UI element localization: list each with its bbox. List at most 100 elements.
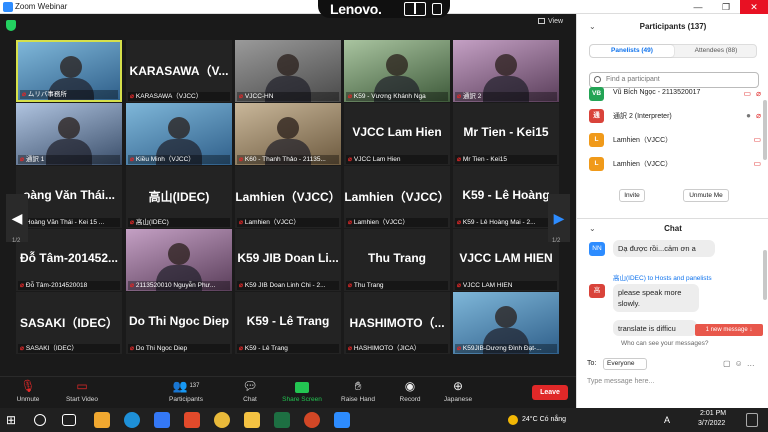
video-tile[interactable]: Thu Trang ⌀ Thu Trang	[344, 229, 450, 291]
powerpoint-icon[interactable]	[304, 412, 320, 428]
mic-muted-icon: ⌀	[130, 219, 134, 226]
clock-date[interactable]: 3/7/2022	[698, 420, 725, 427]
maximize-button[interactable]: ❐	[712, 0, 740, 14]
video-tile[interactable]: VJCC LAM HIEN ⌀ VJCC LAM HIEN	[453, 229, 559, 291]
video-tile[interactable]: HASHIMOTO（... ⌀ HASHIMOTO（JICA）	[344, 292, 450, 354]
minimize-button[interactable]: —	[684, 0, 712, 14]
excel-icon[interactable]	[274, 412, 290, 428]
video-tile[interactable]: ⌀ Kiều Minh（VJCC）	[126, 103, 232, 165]
chat-message-input[interactable]: Type message here...	[587, 378, 654, 385]
notification-icon[interactable]	[746, 413, 758, 427]
video-tile[interactable]: KARASAWA（V... ⌀ KARASAWA（VJCC）	[126, 40, 232, 102]
tile-display-name: VJCC LAM HIEN	[459, 251, 553, 265]
video-tile[interactable]: ⌀ K60 - Thanh Thảo - 21135...	[235, 103, 341, 165]
video-tile[interactable]: ⌀ ムリバ事務所	[16, 40, 122, 102]
tab-panelists[interactable]: Panelists (49)	[590, 45, 674, 57]
outlook-taskbar-icon[interactable]	[94, 412, 110, 428]
mic-muted-icon: ⌀	[457, 345, 461, 352]
video-tile[interactable]: SASAKI（IDEC） ⌀ SASAKI（IDEC）	[16, 292, 122, 354]
more-icon[interactable]: …	[747, 359, 759, 368]
tile-name-label: ⌀ Do Thi Ngoc Diep	[128, 344, 230, 353]
video-tile[interactable]: ⌀ VJCC-HN	[235, 40, 341, 102]
file-icon[interactable]: ▢	[723, 359, 735, 368]
file-explorer-icon[interactable]	[244, 412, 260, 428]
start-video-button[interactable]: ▭ Start Video	[54, 379, 110, 403]
video-tile[interactable]: ⌀ 通訳 2	[453, 40, 559, 102]
who-can-see-link[interactable]: Who can see your messages?	[621, 340, 708, 347]
page-indicator-left: 1/2	[12, 238, 21, 244]
edge-icon[interactable]	[124, 412, 140, 428]
mic-muted-icon: ⌀	[130, 156, 134, 163]
clock-time[interactable]: 2:01 PM	[700, 410, 726, 417]
store-icon[interactable]	[154, 412, 170, 428]
encryption-shield-icon[interactable]	[6, 20, 16, 31]
video-off-icon: ▭	[76, 379, 88, 393]
video-tile[interactable]: ⌀ K59 - Vương Khánh Nga	[344, 40, 450, 102]
tile-name-label: ⌀ VJCC Lam Hien	[346, 155, 448, 164]
weather-text[interactable]: 24°C Có nắng	[522, 416, 566, 423]
tab-attendees[interactable]: Attendees (88)	[674, 45, 758, 57]
video-tile[interactable]: Lamhien（VJCC） ⌀ Lamhien（VJCC）	[235, 166, 341, 228]
video-tile[interactable]: Đỗ Tâm-201452... ⌀ Đỗ Tâm-2014520018	[16, 229, 122, 291]
person-silhouette	[277, 54, 299, 76]
chat-recipient-select[interactable]: Everyone	[603, 358, 647, 370]
chat-scrollbar[interactable]	[763, 250, 767, 300]
view-button[interactable]: View	[538, 18, 563, 25]
video-tile[interactable]: VJCC Lam Hien ⌀ VJCC Lam Hien	[344, 103, 450, 165]
mic-muted-icon: ⌀	[348, 282, 352, 289]
invite-button[interactable]: Invite	[619, 189, 645, 202]
mic-muted-icon: ⌀	[239, 282, 243, 289]
video-tile[interactable]: K59 - Lê Trang ⌀ K59 - Lê Trang	[235, 292, 341, 354]
windows-start-icon[interactable]: ⊞	[6, 412, 22, 428]
leave-button[interactable]: Leave	[532, 385, 568, 400]
chat-button[interactable]: 💬︎ Chat	[222, 379, 278, 403]
video-tile[interactable]: 高山(IDEC) ⌀ 高山(IDEC)	[126, 166, 232, 228]
participant-row[interactable]: 通 通訳 2 (Interpreter) ● ⌀	[589, 108, 761, 124]
video-tile[interactable]: K59 JIB Doan Li... ⌀ K59 JIB Doan Linh Chi…	[235, 229, 341, 291]
participant-row[interactable]: L Lamhien（VJCC） ▭	[589, 156, 761, 172]
participants-scrollbar[interactable]	[763, 100, 767, 160]
mic-muted-icon: ⌀	[348, 345, 352, 352]
chrome-icon[interactable]	[214, 412, 230, 428]
tile-label-text: Do Thi Ngoc Diep	[135, 345, 188, 352]
unmute-me-button[interactable]: Unmute Me	[683, 189, 729, 202]
video-tile[interactable]: Lamhien（VJCC） ⌀ Lamhien（VJCC）	[344, 166, 450, 228]
tile-name-label: ⌀ K59 JIB Doan Linh Chi - 2...	[237, 281, 339, 290]
video-tile[interactable]: oàng Văn Thái... ⌀Hoàng Văn Thái - Kei 15…	[16, 166, 122, 228]
new-message-indicator[interactable]: 1 new message ↓	[695, 324, 763, 336]
share-screen-button[interactable]: ↑ Share Screen	[274, 379, 330, 403]
video-tile[interactable]: ⌀ 通訳 1	[16, 103, 122, 165]
input-language[interactable]: A	[664, 415, 670, 425]
zoom-taskbar-icon[interactable]	[334, 412, 350, 428]
task-view-icon[interactable]	[62, 414, 76, 426]
search-icon[interactable]	[34, 414, 46, 426]
previous-page-arrow[interactable]: ◀	[6, 194, 28, 242]
tile-label-text: 通訳 1	[25, 156, 45, 163]
raise-hand-button[interactable]: ✋︎ Raise Hand	[330, 379, 386, 403]
tile-display-name: K59 - Lê Trang	[246, 314, 330, 328]
unmute-button[interactable]: 🎙︎ Unmute	[0, 379, 56, 403]
video-tile[interactable]: Mr Tien - Kei15 ⌀ Mr Tien - Kei15	[453, 103, 559, 165]
raise-hand-label: Raise Hand	[341, 396, 375, 403]
tile-name-label: ⌀ K60 - Thanh Thảo - 21135...	[237, 155, 339, 164]
video-tile[interactable]: ⌀ K59JIB-Dương Đình Đạt-...	[453, 292, 559, 354]
person-silhouette	[495, 306, 517, 328]
participant-row[interactable]: L Lamhien（VJCC） ▭	[589, 132, 761, 148]
video-tile[interactable]: K59 - Lê Hoàng ⌀ K59 - Lê Hoàng Mai - 2...	[453, 166, 559, 228]
emoji-icon[interactable]: ☺	[735, 359, 747, 368]
next-page-arrow[interactable]: ▶	[548, 194, 570, 242]
mic-muted-icon: ⌀	[130, 93, 134, 100]
video-tile[interactable]: Do Thi Ngoc Diep ⌀ Do Thi Ngoc Diep	[126, 292, 232, 354]
close-window-button[interactable]: ✕	[740, 0, 768, 14]
tile-label-text: 2113520010 Nguyễn Phư...	[135, 282, 216, 289]
video-off-icon: ▭	[743, 89, 751, 98]
tile-name-label: ⌀ SASAKI（IDEC）	[18, 344, 120, 353]
participants-button[interactable]: 👥 137 Participants	[158, 379, 214, 403]
tile-name-label: ⌀ K59 - Lê Hoàng Mai - 2...	[455, 218, 557, 227]
share-screen-label: Share Screen	[282, 396, 322, 403]
video-tile[interactable]: ⌀ 2113520010 Nguyễn Phư...	[126, 229, 232, 291]
participant-row[interactable]: VB Vũ Bích Ngọc - 2113520017 ▭ ⌀	[589, 86, 761, 102]
lenovo-logo: Lenovo.	[330, 1, 382, 17]
office-icon[interactable]	[184, 412, 200, 428]
interpretation-language-button[interactable]: ⊕ Japanese	[430, 379, 486, 403]
